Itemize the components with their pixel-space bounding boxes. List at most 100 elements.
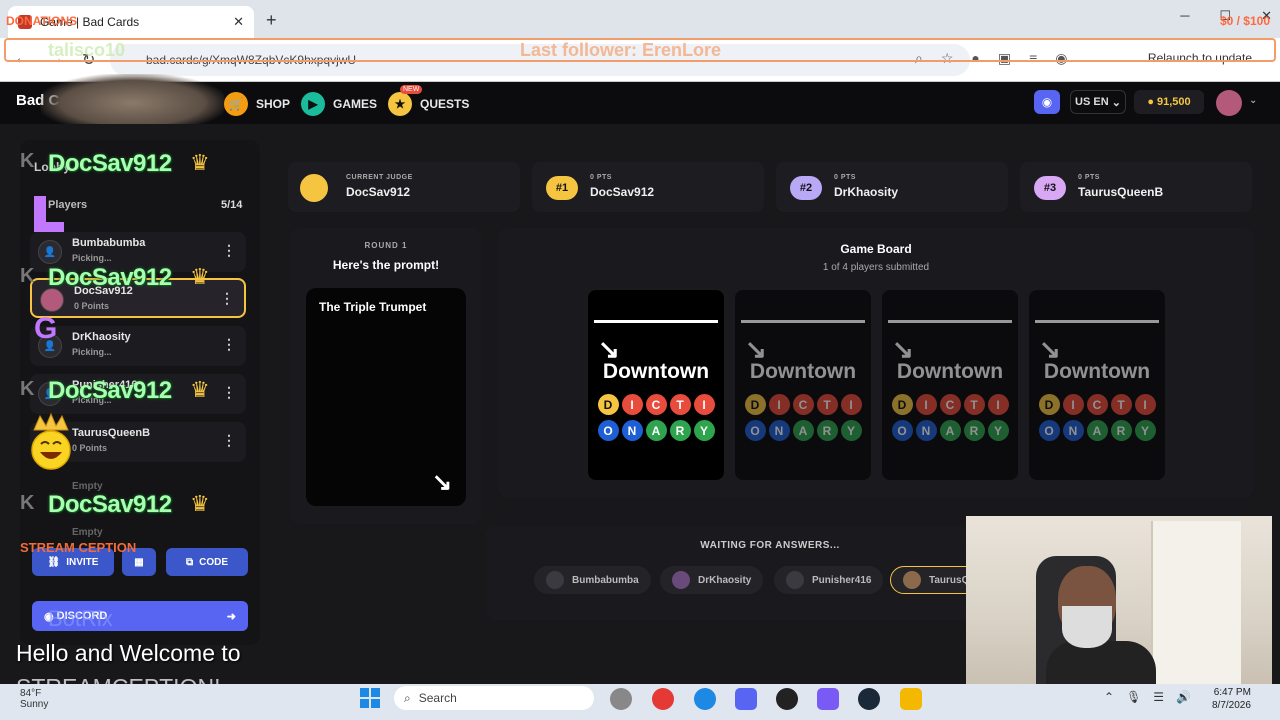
file-explorer-icon[interactable] bbox=[900, 688, 922, 710]
answer-card[interactable]: ↘ Downtown D I C T I O N A R Y bbox=[735, 290, 871, 480]
language-label: US EN bbox=[1075, 96, 1109, 108]
kebab-menu-icon[interactable]: ⋮ bbox=[222, 242, 236, 259]
search-label: Search bbox=[418, 691, 457, 705]
card-top-line bbox=[741, 320, 865, 323]
weather-desc: Sunny bbox=[20, 699, 49, 710]
players-count: 5/14 bbox=[221, 199, 243, 211]
letter-dot: T bbox=[1110, 394, 1132, 415]
letter-dot: R bbox=[816, 420, 838, 441]
kebab-menu-icon[interactable]: ⋮ bbox=[222, 432, 236, 449]
kebab-menu-icon[interactable]: ⋮ bbox=[222, 384, 236, 401]
waiting-chip: Bumbabumba bbox=[534, 566, 651, 594]
letter-dot: Y bbox=[1134, 420, 1156, 441]
invite-label: INVITE bbox=[66, 556, 99, 568]
letter-dot: O bbox=[891, 420, 913, 441]
qr-icon: ▦ bbox=[134, 556, 144, 568]
clock[interactable]: 6:47 PM 8/7/2026 bbox=[1212, 686, 1251, 712]
player-status: 0 Points bbox=[72, 443, 108, 453]
rank-badge: #3 bbox=[1034, 176, 1066, 200]
overlay-letter-l bbox=[34, 196, 64, 232]
card-word: Downtown bbox=[749, 360, 857, 383]
letter-dot: A bbox=[939, 420, 961, 441]
edge-icon[interactable] bbox=[694, 688, 716, 710]
nav-games[interactable]: ▶ GAMES bbox=[301, 92, 377, 116]
letter-dot: N bbox=[621, 420, 643, 441]
chevron-up-icon[interactable]: ⌃ bbox=[1104, 690, 1114, 704]
letter-dot: N bbox=[915, 420, 937, 441]
overlay-k-icon: K bbox=[20, 150, 35, 172]
letter-dot: N bbox=[768, 420, 790, 441]
letter-row: ONARY bbox=[735, 420, 871, 441]
nav-shop-label: SHOP bbox=[256, 97, 291, 111]
answer-card[interactable]: ↘ Downtown D I C T I O N A R Y bbox=[882, 290, 1018, 480]
player-status: Picking... bbox=[72, 253, 112, 263]
prompt-heading: Here's the prompt! bbox=[332, 258, 440, 272]
letter-dot: T bbox=[669, 394, 691, 415]
code-button[interactable]: ⧉ CODE bbox=[166, 548, 248, 576]
obs-icon[interactable] bbox=[776, 688, 798, 710]
user-icon bbox=[546, 571, 564, 589]
language-select[interactable]: US EN ⌄ bbox=[1070, 90, 1126, 114]
letter-dot: A bbox=[645, 420, 667, 441]
chevron-down-icon[interactable]: ⌄ bbox=[1249, 95, 1257, 106]
taskbar-search[interactable]: ⌕ Search bbox=[394, 686, 594, 710]
prompt-card-text: The Triple Trumpet bbox=[319, 300, 427, 314]
rank-card-1: #1 0 PTS DocSav912 bbox=[532, 162, 764, 212]
discord-icon[interactable]: ◉ bbox=[1034, 90, 1060, 114]
steam-icon[interactable] bbox=[858, 688, 880, 710]
player-name: Bumbabumba bbox=[72, 237, 146, 249]
crown-icon: ♛ bbox=[190, 491, 210, 516]
letter-dot: O bbox=[597, 420, 619, 441]
letter-dot: R bbox=[669, 420, 691, 441]
overlay-letter-g: G bbox=[34, 312, 58, 345]
avatar[interactable] bbox=[1216, 90, 1242, 116]
round-label: ROUND 1 bbox=[364, 241, 408, 250]
volume-icon[interactable]: 🔊 bbox=[1176, 690, 1191, 704]
rank-name: DocSav912 bbox=[590, 185, 655, 199]
system-tray: ⌃ 🎙 ☰ 🔊 bbox=[1104, 690, 1191, 704]
code-label: CODE bbox=[199, 556, 229, 568]
nav-quests[interactable]: ★ QUESTS bbox=[388, 92, 469, 116]
answer-card[interactable]: ↘ Downtown D I C T I O N A R Y bbox=[1029, 290, 1165, 480]
user-icon bbox=[786, 571, 804, 589]
answer-card[interactable]: ↘ Downtown D I C T I O N A R Y bbox=[588, 290, 724, 480]
tab-close-icon[interactable]: ✕ bbox=[233, 14, 244, 30]
letter-dot: D bbox=[891, 394, 913, 415]
rank-card-3: #3 0 PTS TaurusQueenB bbox=[1020, 162, 1252, 212]
card-top-line bbox=[888, 320, 1012, 323]
clock-time: 6:47 PM bbox=[1213, 687, 1251, 698]
discord-taskbar-icon[interactable] bbox=[735, 688, 757, 710]
player-row[interactable]: 👤 DrKhaosity Picking... ⋮ bbox=[30, 326, 246, 366]
welcome-text: Hello and Welcome to bbox=[16, 640, 241, 666]
weather-widget[interactable]: 84°F Sunny bbox=[20, 688, 48, 710]
windows-start-icon[interactable] bbox=[360, 688, 380, 708]
kebab-menu-icon[interactable]: ⋮ bbox=[222, 336, 236, 353]
kebab-menu-icon[interactable]: ⋮ bbox=[220, 290, 234, 307]
microphone-icon[interactable]: 🎙 bbox=[1126, 690, 1141, 704]
network-icon[interactable]: ☰ bbox=[1153, 690, 1164, 704]
nav-shop[interactable]: 🛒 SHOP bbox=[224, 92, 290, 116]
minimize-button[interactable]: ─ bbox=[1180, 8, 1189, 24]
botrix-text: BotRix bbox=[48, 606, 113, 631]
judge-label: CURRENT JUDGE bbox=[346, 174, 413, 181]
quests-icon: ★ bbox=[388, 92, 412, 116]
letter-dot: D bbox=[1038, 394, 1060, 415]
webcam-door bbox=[1151, 521, 1241, 686]
letter-dot: T bbox=[963, 394, 985, 415]
card-word: Downtown bbox=[896, 360, 1004, 383]
letter-row: ONARY bbox=[588, 420, 724, 441]
settings-icon[interactable] bbox=[610, 688, 632, 710]
chrome-icon[interactable] bbox=[652, 688, 674, 710]
coin-amount: 91,500 bbox=[1157, 96, 1191, 108]
player-name: TaurusQueenB bbox=[72, 427, 151, 439]
webcam-overlay bbox=[966, 516, 1272, 686]
app-icon[interactable] bbox=[817, 688, 839, 710]
streamception-logo: STREAM CEPTION bbox=[20, 540, 137, 555]
letter-dot: O bbox=[1038, 420, 1060, 441]
new-tab-button[interactable]: + bbox=[266, 10, 277, 31]
letter-dot: C bbox=[645, 394, 667, 415]
coin-balance[interactable]: ● 91,500 bbox=[1134, 90, 1204, 114]
follower-name: talisco10 bbox=[48, 40, 126, 60]
rank-badge: #2 bbox=[790, 176, 822, 200]
letter-row: DICTI bbox=[735, 394, 871, 415]
